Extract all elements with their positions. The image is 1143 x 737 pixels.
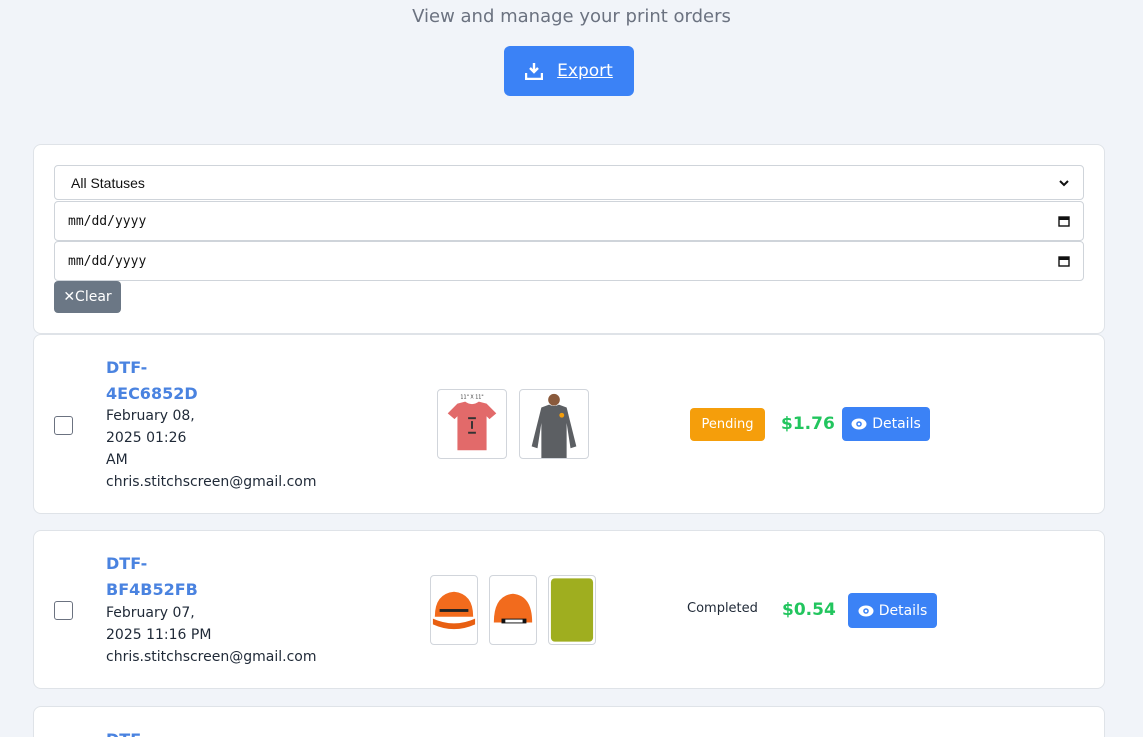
order-row: DTF- bbox=[33, 706, 1105, 737]
longsleeve-image bbox=[531, 393, 577, 458]
order-id-prefix: DTF- bbox=[106, 554, 148, 573]
status-label: Completed bbox=[687, 601, 758, 616]
calendar-icon[interactable] bbox=[1058, 255, 1070, 267]
order-date-line: 2025 01:26 bbox=[106, 430, 187, 446]
order-row: DTF- 4EC6852D February 08, 2025 01:26 AM… bbox=[33, 334, 1105, 514]
date-from-input[interactable]: mm/dd/yyyy bbox=[54, 201, 1084, 241]
cap-image bbox=[432, 591, 476, 630]
thumb-caption: 11" X 11" bbox=[460, 395, 483, 401]
calendar-icon[interactable] bbox=[1058, 215, 1070, 227]
date-to-input[interactable]: mm/dd/yyyy bbox=[54, 241, 1084, 281]
order-id-prefix: DTF- bbox=[106, 727, 226, 737]
details-button[interactable]: Details bbox=[842, 407, 930, 441]
order-date-line: February 08, bbox=[106, 408, 195, 424]
details-label: Details bbox=[872, 416, 921, 432]
product-thumbnail[interactable] bbox=[519, 389, 589, 459]
fabric-swatch-image bbox=[550, 578, 594, 642]
order-select-checkbox[interactable] bbox=[54, 601, 73, 620]
page-subtitle: View and manage your print orders bbox=[412, 6, 731, 27]
date-to-placeholder: mm/dd/yyyy bbox=[68, 253, 147, 269]
date-from-placeholder: mm/dd/yyyy bbox=[68, 213, 147, 229]
status-select[interactable]: All Statuses bbox=[54, 165, 1084, 200]
order-id-code: BF4B52FB bbox=[106, 580, 198, 599]
order-price: $0.54 bbox=[782, 600, 836, 620]
order-id-link[interactable]: DTF- BF4B52FB bbox=[106, 551, 226, 603]
product-thumbnail[interactable] bbox=[430, 575, 478, 645]
product-thumbnail[interactable] bbox=[489, 575, 537, 645]
order-date-line: 2025 11:16 PM bbox=[106, 627, 212, 643]
order-email: chris.stitchscreen@gmail.com bbox=[106, 474, 317, 490]
order-id-code: 4EC6852D bbox=[106, 384, 198, 403]
order-meta: February 07, 2025 11:16 PM chris.stitchs… bbox=[106, 602, 316, 668]
download-icon bbox=[525, 63, 544, 80]
order-select-checkbox[interactable] bbox=[54, 416, 73, 435]
tshirt-image: 11" X 11" bbox=[447, 395, 497, 451]
status-badge: Pending bbox=[690, 408, 765, 441]
order-email: chris.stitchscreen@gmail.com bbox=[106, 649, 317, 665]
eye-icon bbox=[851, 418, 867, 430]
chevron-down-icon bbox=[1059, 179, 1069, 186]
export-label: Export bbox=[557, 61, 613, 81]
x-icon: ✕ bbox=[63, 289, 76, 305]
status-select-value: All Statuses bbox=[71, 174, 145, 191]
filters-panel: All Statuses mm/dd/yyyy mm/dd/yyyy ✕ Clea… bbox=[33, 144, 1105, 334]
product-thumbnail[interactable] bbox=[548, 575, 596, 645]
export-button[interactable]: Export bbox=[504, 46, 634, 96]
eye-icon bbox=[858, 605, 874, 616]
order-row: DTF- BF4B52FB February 07, 2025 11:16 PM… bbox=[33, 530, 1105, 689]
order-id-prefix: DTF- bbox=[106, 358, 148, 377]
order-date-line: AM bbox=[106, 452, 128, 468]
product-thumbnail[interactable]: 11" X 11" bbox=[437, 389, 507, 459]
order-date-line: February 07, bbox=[106, 605, 195, 621]
order-meta: February 08, 2025 01:26 AM chris.stitchs… bbox=[106, 405, 316, 493]
clear-filters-button[interactable]: ✕ Clear bbox=[54, 281, 121, 313]
cap-back-image bbox=[493, 593, 533, 624]
order-id-link[interactable]: DTF- 4EC6852D bbox=[106, 355, 226, 407]
details-label: Details bbox=[878, 602, 928, 619]
order-price: $1.76 bbox=[781, 414, 835, 434]
order-id-link[interactable]: DTF- bbox=[106, 727, 226, 737]
clear-label: Clear bbox=[75, 289, 112, 305]
details-button[interactable]: Details bbox=[848, 593, 937, 628]
